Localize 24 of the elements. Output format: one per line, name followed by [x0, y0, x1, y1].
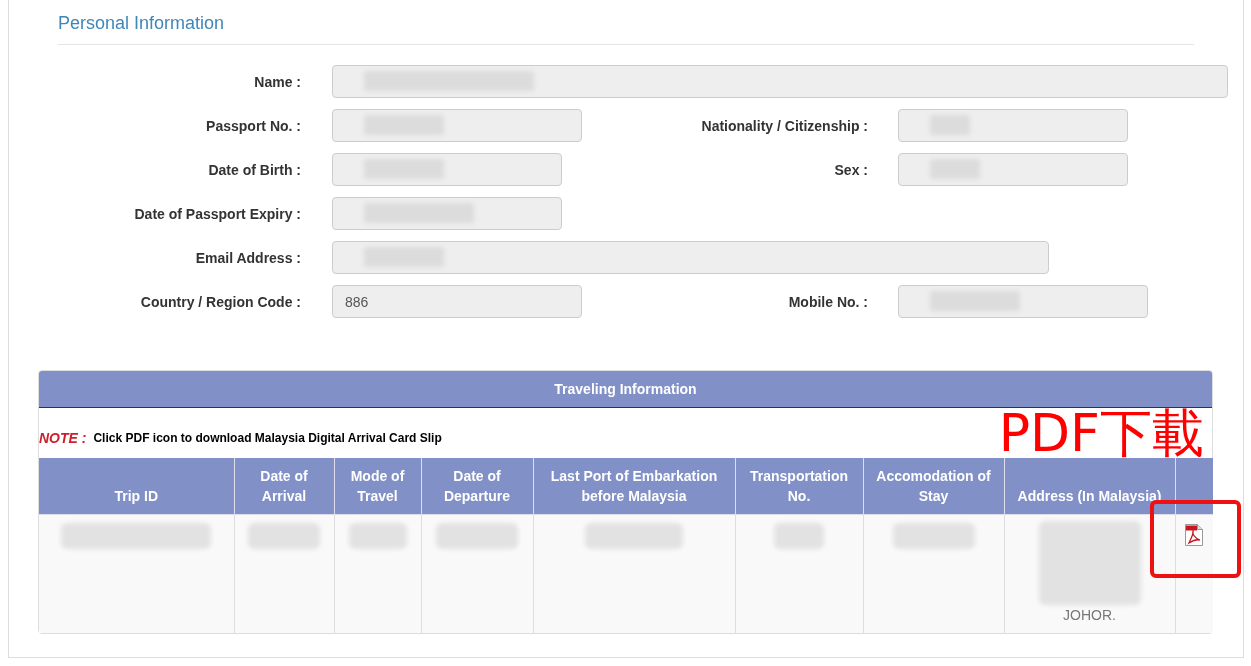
column-header: Address (In Malaysia) [1004, 458, 1175, 515]
field-label: Name : [254, 72, 301, 92]
section-title: Personal Information [58, 13, 225, 33]
field-label: Nationality / Citizenship : [701, 116, 868, 136]
column-header: Date of Arrival [234, 458, 334, 515]
field-label: Date of Passport Expiry : [134, 204, 301, 224]
field-label: Country / Region Code : [140, 292, 301, 312]
field-label: Email Address : [195, 248, 301, 268]
field-label: Sex : [834, 160, 868, 180]
column-header: Transportation No. [735, 458, 863, 515]
annotation-label: PDF下載 [998, 407, 1204, 459]
cell-text: JOHOR. [1063, 606, 1116, 625]
column-header: Mode of Travel [334, 458, 421, 515]
panel-header: Traveling Information [39, 371, 1212, 408]
column-header: Accomodation of Stay [863, 458, 1004, 515]
column-header: Date of Departure [421, 458, 533, 515]
field-label: Date of Birth : [208, 160, 301, 180]
note-text: Click PDF icon to download Malaysia Digital Arrival Card Slip [93, 431, 442, 445]
note-label: NOTE : [39, 430, 87, 446]
column-header: Trip ID [39, 458, 234, 515]
column-header: Last Port of Embarkation before Malaysia [533, 458, 735, 515]
field-label: Passport No. : [206, 116, 301, 136]
field-label: Mobile No. : [788, 292, 868, 312]
pdf-file-icon[interactable] [1185, 524, 1204, 546]
